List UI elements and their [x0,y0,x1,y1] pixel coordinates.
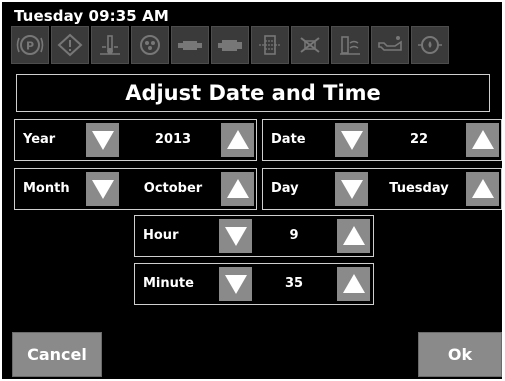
date-label: Date [271,132,306,147]
warning-triangle-icon [51,26,89,64]
triangle-up-icon [341,224,367,248]
minute-field: Minute 35 [134,263,374,305]
month-label: Month [23,181,70,196]
year-label: Year [23,132,56,147]
triangle-down-icon [90,177,116,201]
triangle-down-icon [339,177,365,201]
month-field: Month October [14,168,257,210]
engine-icon [211,26,249,64]
year-field: Year 2013 [14,119,257,161]
minute-label: Minute [143,276,194,291]
month-value: October [143,181,203,196]
triangle-up-icon [470,177,496,201]
triangle-down-icon [339,128,365,152]
triangle-down-icon [223,224,249,248]
triangle-down-icon [223,272,249,296]
hour-field: Hour 9 [134,215,374,257]
year-increment-button[interactable] [221,123,254,157]
year-value: 2013 [154,132,192,147]
day-field: Day Tuesday [262,168,502,210]
cancel-button[interactable]: Cancel [12,332,102,377]
hour-label: Hour [143,228,179,243]
coolant-temp-icon [91,26,129,64]
water-in-fuel-icon [331,26,369,64]
hour-value: 9 [289,228,299,243]
date-increment-button[interactable] [466,123,499,157]
regen-inhibit-icon [291,26,329,64]
triangle-up-icon [341,272,367,296]
parking-brake-icon: P [11,26,49,64]
day-decrement-button[interactable] [335,172,368,206]
hydraulic-icon [411,26,449,64]
hour-decrement-button[interactable] [219,219,252,253]
triangle-up-icon [470,128,496,152]
dpf-filter-icon [131,26,169,64]
minute-decrement-button[interactable] [219,267,252,301]
diesel-filter-icon [251,26,289,64]
date-field: Date 22 [262,119,502,161]
day-increment-button[interactable] [466,172,499,206]
triangle-up-icon [225,177,251,201]
day-value: Tuesday [389,181,449,196]
status-datetime: Tuesday 09:35 AM [14,7,169,25]
date-value: 22 [409,132,429,147]
month-decrement-button[interactable] [86,172,119,206]
hour-increment-button[interactable] [337,219,370,253]
page-title: Adjust Date and Time [16,74,490,112]
year-decrement-button[interactable] [86,123,119,157]
indicator-strip: P [11,26,449,66]
day-label: Day [271,181,299,196]
triangle-down-icon [90,128,116,152]
display-screen: Tuesday 09:35 AM P Adjust Date and Time … [2,2,502,379]
minute-increment-button[interactable] [337,267,370,301]
svg-text:P: P [26,40,34,53]
ok-button[interactable]: Ok [418,332,502,377]
oil-pressure-icon [371,26,409,64]
minute-value: 35 [284,276,304,291]
glow-plug-icon [171,26,209,64]
month-increment-button[interactable] [221,172,254,206]
date-decrement-button[interactable] [335,123,368,157]
triangle-up-icon [225,128,251,152]
